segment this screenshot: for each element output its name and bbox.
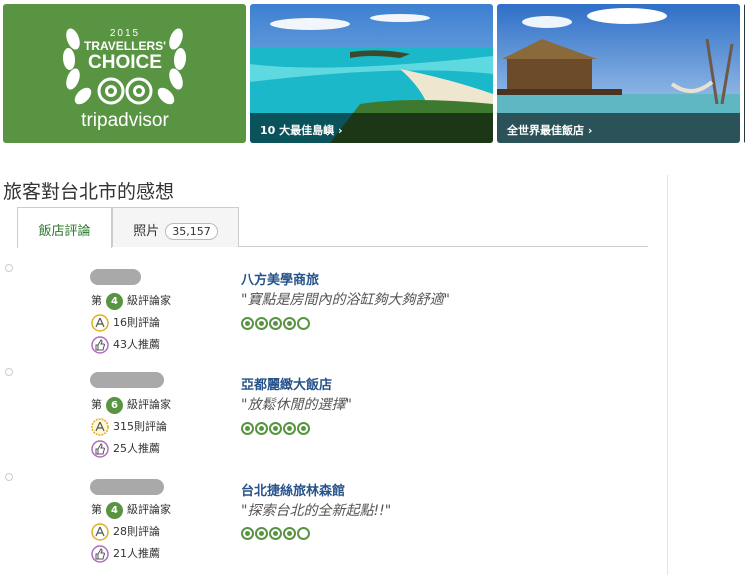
rating-bubble-filled bbox=[283, 527, 296, 540]
thumbs-up-icon bbox=[91, 440, 109, 458]
badge-line2: CHOICE bbox=[88, 52, 162, 73]
helpful-votes: 21人推薦 bbox=[91, 544, 160, 564]
reviewer-name-redacted[interactable] bbox=[90, 372, 164, 388]
hotel-name-link[interactable]: 八方美學商旅 bbox=[241, 269, 319, 288]
reviewer-level: 第 4 級評論家 bbox=[91, 501, 171, 519]
rating-bubble-empty bbox=[297, 527, 310, 540]
badge-line1: TRAVELLERS' bbox=[84, 39, 166, 53]
laurel-logo-icon: 2015 TRAVELLERS' CHOICE tripadvisor bbox=[62, 28, 187, 131]
reviewer-name-redacted[interactable] bbox=[90, 269, 141, 285]
tile-caption-hotels[interactable]: 全世界最佳飯店 › bbox=[497, 113, 740, 143]
hotel-name-link[interactable]: 台北捷絲旅林森館 bbox=[241, 480, 345, 499]
column-divider bbox=[667, 175, 668, 575]
tab-photos[interactable]: 照片 35,157 bbox=[112, 207, 239, 247]
best-hotels-tile[interactable]: 全世界最佳飯店 › bbox=[497, 4, 740, 143]
review-select-radio[interactable] bbox=[5, 368, 13, 376]
rating-bubble-filled bbox=[269, 317, 282, 330]
badge-year: 2015 bbox=[110, 28, 140, 39]
section-title: 旅客對台北市的感想 bbox=[3, 181, 175, 203]
rating-bubble-filled bbox=[283, 422, 296, 435]
helpful-votes: 25人推薦 bbox=[91, 439, 160, 459]
top-islands-tile[interactable]: 10 大最佳島嶼 › bbox=[250, 4, 493, 143]
review-item: 第 4 級評論家 16則評論 43人推薦 八方美學商旅 "寶點是房間內的浴缸夠大夠舒… bbox=[0, 264, 660, 364]
badge-brand: tripadvisor bbox=[81, 110, 169, 131]
review-quote-link[interactable]: "探索台北的全新起點!!" bbox=[241, 500, 391, 520]
hotel-name-link[interactable]: 亞都麗緻大飯店 bbox=[241, 374, 332, 393]
bubble-rating bbox=[241, 420, 311, 435]
review-quote-link[interactable]: "寶點是房間內的浴缸夠大夠舒適" bbox=[241, 289, 450, 309]
rating-bubble-filled bbox=[241, 317, 254, 330]
review-select-radio[interactable] bbox=[5, 473, 13, 481]
level-badge: 4 bbox=[106, 292, 123, 310]
rating-bubble-filled bbox=[241, 527, 254, 540]
helpful-votes: 43人推薦 bbox=[91, 335, 160, 355]
thumbs-up-icon bbox=[91, 336, 109, 354]
bubble-rating bbox=[241, 315, 311, 330]
rating-bubble-filled bbox=[269, 527, 282, 540]
reviewer-level: 第 4 級評論家 bbox=[91, 292, 171, 310]
tab-hotel-reviews-label: 飯店評論 bbox=[38, 224, 91, 239]
banner-row: 2015 TRAVELLERS' CHOICE tripadvisor 10 大… bbox=[3, 4, 745, 143]
rating-bubble-filled bbox=[297, 422, 310, 435]
rating-bubble-filled bbox=[255, 317, 268, 330]
rating-bubble-empty bbox=[297, 317, 310, 330]
review-count: 315則評論 bbox=[91, 417, 167, 437]
reviewer-badge-icon bbox=[91, 523, 109, 541]
thumbs-up-icon bbox=[91, 545, 109, 563]
rating-bubble-filled bbox=[283, 317, 296, 330]
review-item: 第 4 級評論家 28則評論 21人推薦 台北捷絲旅林森館 "探索台北的全新起點!!… bbox=[0, 473, 660, 573]
photos-count-badge: 35,157 bbox=[165, 223, 218, 240]
tab-hotel-reviews[interactable]: 飯店評論 bbox=[17, 207, 112, 248]
review-count: 28則評論 bbox=[91, 522, 160, 542]
tile-caption-islands[interactable]: 10 大最佳島嶼 › bbox=[250, 113, 493, 143]
review-tabs: 飯店評論 照片 35,157 bbox=[17, 207, 648, 248]
level-badge: 6 bbox=[106, 396, 123, 414]
reviewer-level: 第 6 級評論家 bbox=[91, 396, 171, 414]
review-quote-link[interactable]: "放鬆休閒的選擇" bbox=[241, 394, 352, 414]
travellers-choice-badge[interactable]: 2015 TRAVELLERS' CHOICE tripadvisor bbox=[3, 4, 246, 143]
review-item: 第 6 級評論家 315則評論 25人推薦 亞都麗緻大飯店 "放鬆休閒的選擇" bbox=[0, 368, 660, 468]
rating-bubble-filled bbox=[241, 422, 254, 435]
rating-bubble-filled bbox=[269, 422, 282, 435]
review-select-radio[interactable] bbox=[5, 264, 13, 272]
reviewer-badge-icon bbox=[91, 418, 109, 436]
rating-bubble-filled bbox=[255, 422, 268, 435]
level-badge: 4 bbox=[106, 501, 123, 519]
reviewer-badge-icon bbox=[91, 314, 109, 332]
rating-bubble-filled bbox=[255, 527, 268, 540]
tab-photos-label: 照片 bbox=[133, 224, 160, 239]
reviewer-name-redacted[interactable] bbox=[90, 479, 164, 495]
review-count: 16則評論 bbox=[91, 313, 160, 333]
bubble-rating bbox=[241, 525, 311, 540]
